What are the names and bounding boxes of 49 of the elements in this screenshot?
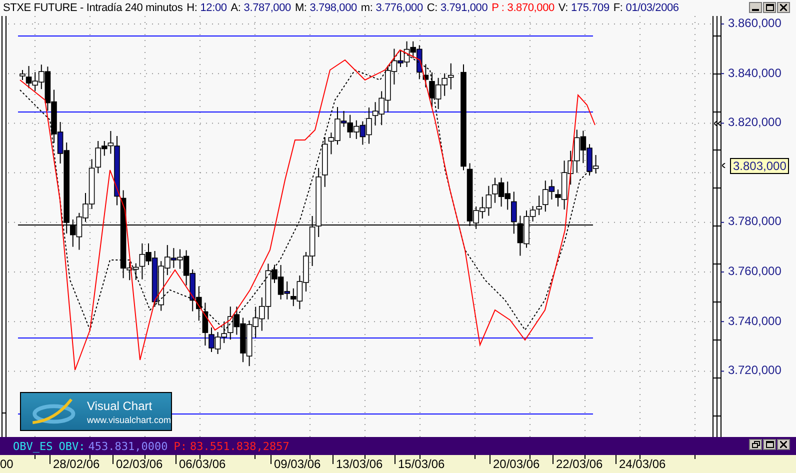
field-label: A:	[230, 2, 241, 14]
date-label: 13/03/06	[336, 457, 383, 471]
price-label: 3.760,000	[728, 264, 782, 278]
field-value: 01/03/2006	[626, 2, 679, 14]
field-value: 3.787,000	[244, 2, 291, 14]
price-label: 3.740,000	[728, 314, 782, 328]
field-value: 453.831,0000	[88, 440, 168, 452]
field-label: P:	[174, 440, 187, 452]
minimize-button[interactable]	[749, 2, 762, 13]
indicator-name: OBV_ES	[13, 440, 53, 452]
current-price-tag: 3.803,000	[730, 158, 790, 174]
field-label: V:	[558, 2, 568, 14]
field-label: H:	[186, 2, 198, 14]
date-label: 24/03/06	[619, 457, 666, 471]
logo-name: Visual Chart	[86, 398, 154, 412]
date-label: 09/03/06	[274, 457, 321, 471]
price-label: 3.840,000	[728, 66, 782, 80]
price-label: 3.820,000	[728, 115, 782, 130]
field-label: M:	[294, 2, 307, 14]
field-label: C:	[426, 2, 438, 14]
logo-url: www.visualchart.com	[86, 414, 171, 424]
date-label: 15/03/06	[398, 457, 445, 471]
close-button[interactable]	[777, 2, 790, 13]
price-label: 3.720,000	[728, 363, 782, 378]
price-label: 3.780,000	[728, 214, 782, 228]
field-value: 175.709	[571, 2, 610, 14]
date-label: 20/03/06	[493, 457, 540, 471]
date-label: 22/03/06	[556, 457, 603, 471]
maximize-button[interactable]	[763, 2, 776, 13]
field-label: F:	[613, 2, 623, 14]
maximize-button[interactable]	[763, 439, 776, 450]
date-label: 06/03/06	[179, 457, 226, 471]
date-label: 02/03/06	[116, 457, 163, 471]
field-label: P :	[492, 2, 504, 14]
field-value: 12:00	[200, 2, 227, 14]
price-label: 3.860,000	[728, 16, 782, 30]
field-value: 83.551.838,2857	[190, 440, 290, 452]
restore-button[interactable]	[749, 439, 762, 450]
field-value: 3.791,000	[440, 2, 488, 14]
date-label: 28/02/06	[53, 457, 100, 471]
chart-title: STXE FUTURE - Intradía 240 minutos	[3, 2, 183, 14]
field-label: OBV:	[58, 440, 86, 452]
date-label: 00	[0, 457, 14, 471]
close-button[interactable]	[777, 439, 790, 450]
field-value: 3.776,000	[376, 2, 423, 14]
field-value: 3.870,000	[507, 2, 554, 14]
field-value: 3.798,000	[310, 2, 357, 14]
arrow-marker-icon	[714, 121, 721, 126]
field-label: m:	[360, 2, 373, 14]
